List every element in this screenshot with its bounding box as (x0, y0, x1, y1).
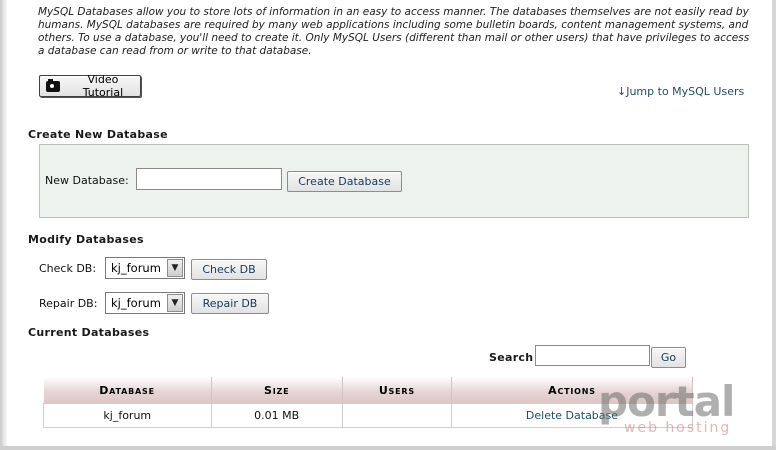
column-header-database[interactable]: Database (43, 377, 212, 404)
window-frame-left (0, 0, 7, 450)
check-db-select[interactable]: kj_forum ▼ (105, 257, 185, 279)
repair-db-select[interactable]: kj_forum ▼ (105, 292, 185, 314)
databases-table: Database Size Users Actions kj_forum 0.0… (43, 377, 694, 428)
camera-icon (46, 78, 60, 92)
database-size-cell: 0.01 MB (210, 403, 343, 428)
new-database-input[interactable] (136, 168, 282, 190)
repair-db-label: Repair DB: (39, 297, 98, 310)
repair-db-value: kj_forum (111, 296, 161, 310)
database-name-cell: kj_forum (43, 403, 212, 428)
go-button[interactable]: Go (651, 347, 686, 368)
column-header-users[interactable]: Users (342, 377, 452, 404)
delete-database-link[interactable]: Delete Database (526, 409, 618, 422)
create-db-heading: Create New Database (28, 128, 168, 141)
check-db-value: kj_forum (111, 261, 161, 275)
search-label: Search (489, 351, 534, 364)
jump-to-mysql-users-link[interactable]: ↓Jump to MySQL Users (617, 85, 744, 98)
video-tutorial-button[interactable]: Video Tutorial (39, 73, 141, 99)
repair-db-button[interactable]: Repair DB (191, 293, 269, 314)
search-input[interactable] (535, 345, 650, 366)
check-db-button[interactable]: Check DB (191, 259, 267, 280)
table-row: kj_forum 0.01 MB Delete Database (43, 403, 694, 428)
modify-db-heading: Modify Databases (28, 233, 144, 246)
column-header-actions: Actions (451, 377, 694, 404)
check-db-label: Check DB: (39, 262, 97, 275)
video-tutorial-label: Video Tutorial (82, 73, 124, 99)
database-actions-cell: Delete Database (450, 403, 694, 428)
new-database-label: New Database: (45, 174, 129, 187)
create-database-button[interactable]: Create Database (287, 171, 402, 192)
window-frame-right (772, 0, 776, 450)
window-frame-bottom (0, 446, 776, 450)
chevron-down-icon[interactable]: ▼ (167, 259, 183, 277)
column-header-size[interactable]: Size (211, 377, 343, 404)
database-users-cell (341, 403, 452, 428)
intro-text: MySQL Databases allow you to store lots … (38, 6, 750, 57)
chevron-down-icon[interactable]: ▼ (167, 294, 183, 312)
current-db-heading: Current Databases (28, 326, 150, 339)
